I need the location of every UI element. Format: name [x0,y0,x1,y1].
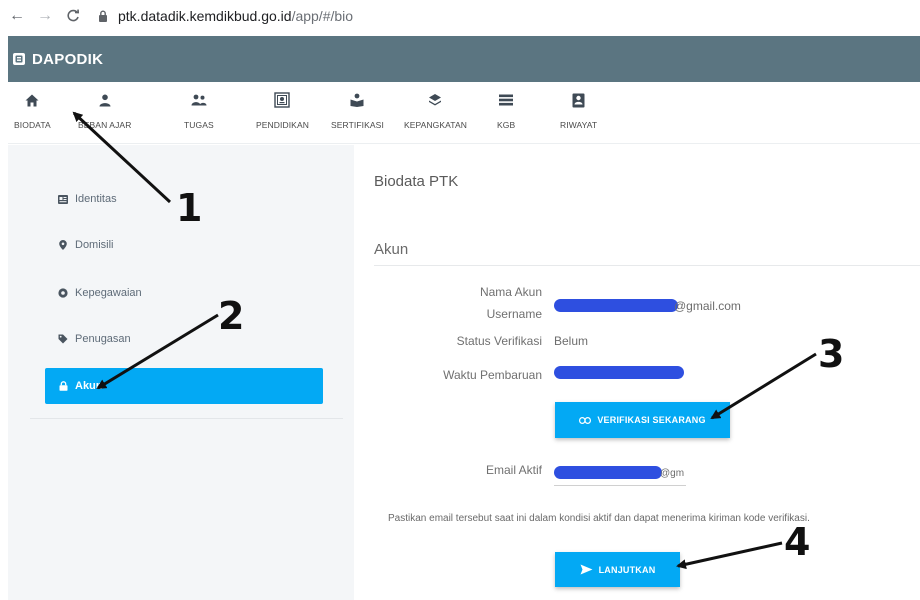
address-bar[interactable]: ptk.datadik.kemdikbud.go.id/app/#/bio [118,8,353,24]
sidebar-divider [30,418,343,419]
status-label: Status Verifikasi [456,334,542,348]
username-label: Username [486,307,542,321]
lock-icon [98,10,112,22]
sidebar-item-label: Kepegawaian [75,287,142,299]
menu-item-riwayat[interactable]: RIWAYAT [560,90,597,130]
url-path: /app/#/bio [291,8,354,24]
section-title: Akun [374,241,409,258]
award-icon [350,90,364,110]
sidebar-item-penugasan[interactable]: Penugasan [45,321,323,357]
sidebar-item-akun[interactable]: Akun [45,368,323,404]
username-value-suffix: @gmail.com [674,299,741,313]
badge-icon [572,90,585,110]
menu-item-pendidikan[interactable]: PENDIDIKAN [256,90,309,130]
person-icon [99,90,111,110]
verification-note: Pastikan email tersebut saat ini dalam k… [388,513,810,524]
app-logo-icon [13,53,25,65]
arrow-right-icon[interactable]: → [34,5,56,27]
menu-item-tugas[interactable]: TUGAS [184,90,214,130]
list-icon [499,90,514,110]
sidebar-item-label: Penugasan [75,333,131,345]
continue-label: LANJUTKAN [598,564,656,575]
sidebar-item-label: Identitas [75,193,117,205]
sidebar-item-label: Domisili [75,239,114,251]
verify-now-label: VERIFIKASI SEKARANG [597,415,706,425]
lock-icon [57,380,69,392]
send-icon [580,564,593,575]
reload-icon[interactable] [62,5,84,27]
certificate-icon [274,90,291,110]
menu-label: BEBAN AJAR [78,120,132,130]
menu-item-kgb[interactable]: KGB [497,90,515,130]
email-input-underline [554,485,686,486]
email-label: Email Aktif [485,463,542,477]
menu-label: RIWAYAT [560,120,598,130]
menu-label: PENDIDIKAN [256,120,309,130]
url-host: ptk.datadik.kemdikbud.go.id [118,8,292,24]
arrow-left-icon[interactable]: ← [6,5,28,27]
redacted-updated-time [554,366,684,379]
layers-icon [428,90,442,110]
tag-icon [57,333,69,345]
redacted-email [554,466,662,479]
annotation-label-2: 2 [218,294,245,338]
group-icon [191,90,207,110]
email-value-suffix[interactable]: @gm [660,468,684,479]
page-title: Biodata PTK [374,173,459,190]
menu-label: KEPANGKATAN [404,120,467,130]
menu-item-sertifikasi[interactable]: SERTIFIKASI [331,90,384,130]
section-divider [374,265,920,266]
verify-now-button[interactable]: VERIFIKASI SEKARANG [555,402,730,438]
menu-item-kepangkatan[interactable]: KEPANGKATAN [404,90,467,130]
sidebar-item-label: Akun [75,380,103,392]
annotation-label-4: 4 [784,520,811,564]
status-value: Belum [554,334,589,348]
sidebar-item-kepegawaian[interactable]: Kepegawaian [45,275,323,311]
menu-label: KGB [497,120,516,130]
gear-icon [57,287,69,299]
menu-item-biodata[interactable]: BIODATA [14,90,51,130]
map-pin-icon [57,239,69,251]
link-icon [579,416,592,424]
menu-label: TUGAS [184,120,214,130]
redacted-username [554,299,678,312]
updated-label: Waktu Pembaruan [443,368,542,382]
annotation-label-1: 1 [176,186,203,230]
id-card-icon [57,193,69,205]
annotation-label-3: 3 [818,332,845,376]
continue-button[interactable]: LANJUTKAN [555,552,680,587]
app-header: DAPODIK [8,36,920,82]
top-menu: BIODATA BEBAN AJAR TUGAS PENDIDIKAN SERT… [8,82,920,144]
menu-label: BIODATA [14,120,51,130]
sidebar-item-domisili[interactable]: Domisili [45,227,323,263]
app-title: DAPODIK [32,50,104,68]
menu-item-beban-ajar[interactable]: BEBAN AJAR [78,90,131,130]
menu-label: SERTIFIKASI [331,120,384,130]
home-icon [25,90,39,110]
browser-toolbar: ← → ptk.datadik.kemdikbud.go.id/app/#/bi… [0,0,920,32]
account-name-label: Nama Akun [479,285,542,299]
